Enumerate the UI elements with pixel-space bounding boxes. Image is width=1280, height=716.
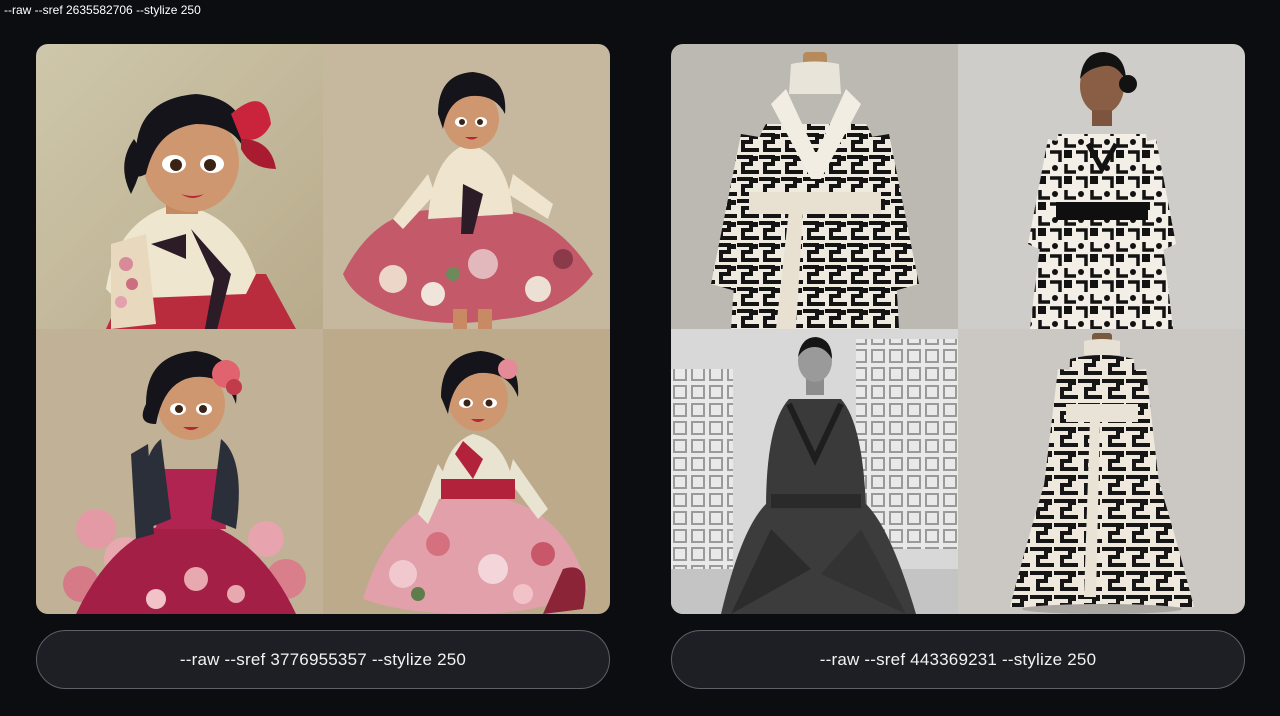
image-grid-right[interactable] [671, 44, 1245, 614]
grid-image-3[interactable] [36, 329, 323, 614]
page: --raw --sref 2635582706 --stylize 250 --… [0, 0, 1280, 716]
mannequin-long-gown-image [958, 329, 1245, 614]
prompt-button-right[interactable]: --raw --sref 443369231 --stylize 250 [671, 630, 1245, 689]
image-grid-left[interactable] [36, 44, 610, 614]
grid-image-6[interactable] [958, 44, 1245, 329]
grid-image-5[interactable] [671, 44, 958, 329]
style-card-left: --raw --sref 3776955357 --stylize 250 [36, 44, 610, 689]
cartoon-girl-jacket-image [36, 329, 323, 614]
prompt-button-left[interactable]: --raw --sref 3776955357 --stylize 250 [36, 630, 610, 689]
page-caption: --raw --sref 2635582706 --stylize 250 [4, 3, 201, 17]
model-geometric-dress-image [958, 44, 1245, 329]
woman-dark-hanbok-lattice-image [671, 329, 958, 614]
cartoon-girl-twirl-image [323, 44, 610, 329]
grid-image-2[interactable] [323, 44, 610, 329]
grid-image-8[interactable] [958, 329, 1245, 614]
cartoon-girl-pink-hanbok-image [323, 329, 610, 614]
mannequin-geometric-hanbok-image [671, 44, 958, 329]
grid-image-7[interactable] [671, 329, 958, 614]
cartoon-girl-bow-image [36, 44, 323, 329]
style-card-right: --raw --sref 443369231 --stylize 250 [671, 44, 1245, 689]
grid-image-4[interactable] [323, 329, 610, 614]
grid-image-1[interactable] [36, 44, 323, 329]
